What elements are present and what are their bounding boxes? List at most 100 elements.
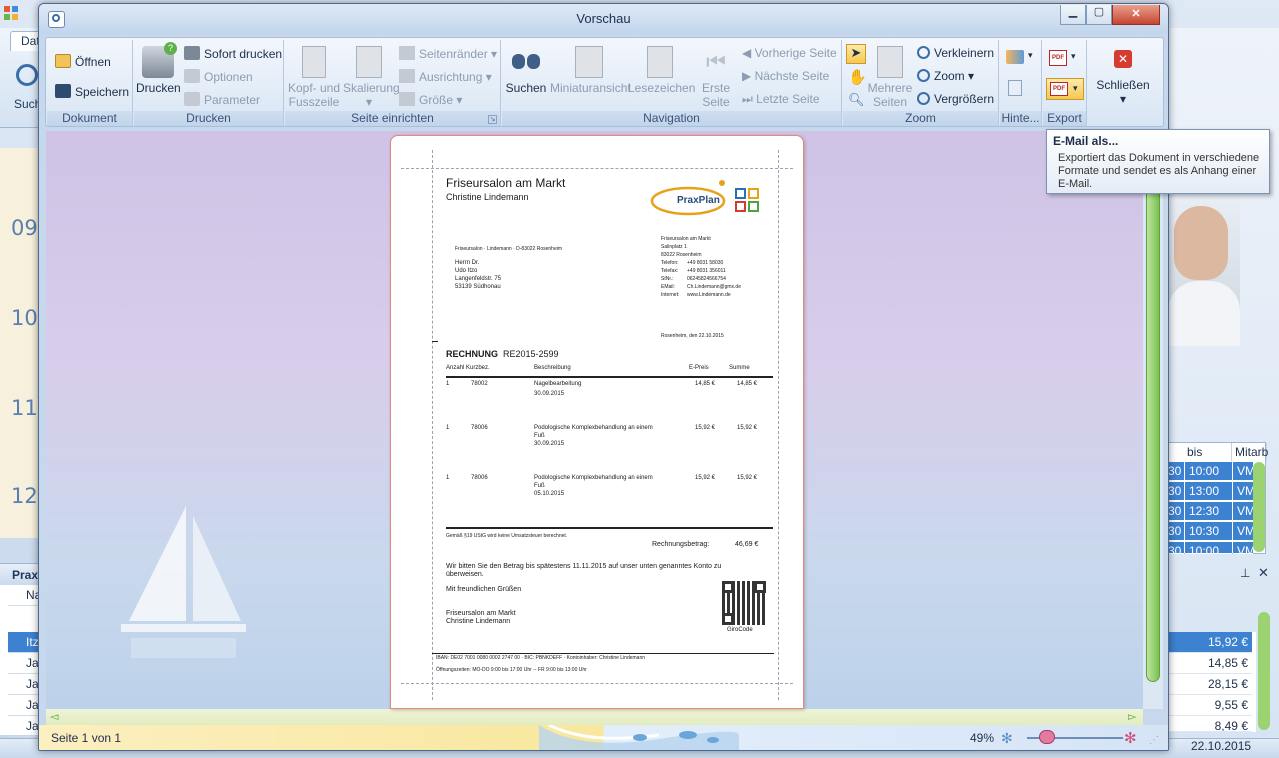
- amount-cell[interactable]: 9,55 €: [1159, 695, 1252, 716]
- contact-key: Internet:: [661, 292, 680, 298]
- bg-table-scrollbar[interactable]: [1253, 462, 1265, 552]
- table-cell[interactable]: 10:00: [1185, 542, 1232, 554]
- zoom-out-icon: [917, 46, 930, 59]
- scaling-button[interactable]: Skalierung ▾: [343, 46, 400, 109]
- amount-cell[interactable]: 28,15 €: [1159, 674, 1252, 695]
- scaling-icon: [356, 46, 382, 78]
- amount-cell[interactable]: 14,85 €: [1159, 653, 1252, 674]
- dialog-launcher-icon[interactable]: ↘: [488, 115, 497, 124]
- table-cell[interactable]: 13:00: [1185, 482, 1232, 501]
- dropdown-arrow-icon[interactable]: ▾: [1028, 50, 1033, 61]
- dropdown-arrow-icon[interactable]: ▾: [1071, 51, 1076, 62]
- bookmarks-button[interactable]: Lesezeichen: [628, 46, 695, 95]
- margins-button[interactable]: Seitenränder ▾: [399, 46, 497, 64]
- contact-value: 83022 Rosenheim: [661, 252, 702, 258]
- maximize-button[interactable]: ▢: [1086, 5, 1112, 25]
- group-export: PDF ▾ PDF ▾ Export: [1043, 40, 1087, 126]
- save-button[interactable]: Speichern: [55, 84, 129, 102]
- table-cell[interactable]: VM: [1233, 522, 1255, 541]
- prev-page-button[interactable]: ◀ Vorherige Seite: [742, 46, 837, 64]
- orientation-button[interactable]: Ausrichtung ▾: [399, 69, 492, 87]
- bg-scrollbar[interactable]: [1258, 612, 1270, 730]
- zoom-tool-icon[interactable]: 🔍︎: [848, 92, 865, 108]
- first-label-1: Erste: [701, 81, 730, 95]
- page-color-icon[interactable]: [1006, 50, 1024, 64]
- page-icon: [302, 46, 326, 78]
- amount-cell[interactable]: 8,49 €: [1159, 716, 1252, 732]
- vertical-scrollbar[interactable]: [1143, 131, 1163, 709]
- contact-key: Telefon:: [661, 260, 679, 266]
- payment-text: Wir bitten Sie den Betrag bis spätestens…: [446, 563, 722, 570]
- multiple-pages-icon: [877, 46, 903, 78]
- table-cell[interactable]: VM: [1233, 462, 1255, 481]
- last-page-button[interactable]: ⏭ Letzte Seite: [742, 92, 820, 110]
- group-label: Zoom: [843, 111, 998, 126]
- parameters-button[interactable]: Parameter: [184, 92, 260, 110]
- scroll-thumb[interactable]: [1146, 137, 1160, 682]
- bg-customer-photo: [1168, 196, 1240, 346]
- horizontal-scrollbar[interactable]: ◅ ▻: [46, 709, 1143, 725]
- export-pdf-icon[interactable]: PDF: [1049, 50, 1067, 66]
- pointer-tool-button[interactable]: ➤: [846, 44, 866, 64]
- hours-line: Öffnungszeiten: MO-DO 9:00 bis 17:00 Uhr…: [436, 667, 587, 673]
- multiple-pages-button[interactable]: Mehrere Seiten: [867, 46, 913, 109]
- table-cell[interactable]: 10:00: [1185, 462, 1232, 481]
- amount-cell[interactable]: 15,92 €: [1159, 632, 1252, 653]
- fish-icon: [679, 731, 697, 739]
- recipient-line: Udo Itzo: [455, 268, 478, 274]
- first-page-button[interactable]: ⏮ Erste Seite: [696, 46, 736, 109]
- minimize-button[interactable]: ▁: [1060, 5, 1086, 25]
- tooltip-body: Exportiert das Dokument in verschiedene …: [1058, 152, 1260, 190]
- hand-tool-icon[interactable]: ✋: [848, 68, 867, 86]
- search-label: Suchen: [505, 81, 547, 95]
- header-footer-button[interactable]: Kopf- und Fusszeile: [287, 46, 341, 109]
- bg-search-icon[interactable]: [16, 64, 38, 86]
- search-button[interactable]: Suchen: [504, 46, 548, 95]
- zoom-dropdown[interactable]: Zoom ▾: [917, 69, 974, 87]
- open-button[interactable]: Öffnen: [55, 54, 111, 72]
- quick-print-button[interactable]: Sofort drucken: [184, 46, 282, 64]
- size-button[interactable]: Größe ▾: [399, 92, 462, 110]
- contact-value: Ch.Lindemann@gmx.de: [687, 284, 741, 290]
- zoom-in-flower-icon[interactable]: ✻: [1124, 729, 1137, 747]
- item-desc: Podologische Komplexbehandlung an einem: [534, 475, 653, 481]
- item-code: 78006: [471, 425, 488, 431]
- options-button[interactable]: Optionen: [184, 69, 253, 87]
- bookmarks-icon: [647, 46, 673, 78]
- table-cell[interactable]: VM: [1233, 502, 1255, 521]
- zoom-out-button[interactable]: Verkleinern: [917, 46, 994, 64]
- recipient-line: Langenfeldstr. 75: [455, 276, 502, 282]
- close-icon[interactable]: ✕: [1258, 565, 1269, 581]
- header-footer-label-1: Kopf- und: [287, 81, 341, 95]
- contact-value: www.Lindemann.de: [687, 292, 731, 298]
- scroll-left-icon[interactable]: ◅: [50, 710, 58, 723]
- table-cell[interactable]: VM: [1233, 482, 1255, 501]
- item-date: 30.09.2015: [534, 441, 565, 447]
- zoom-slider-thumb[interactable]: [1039, 730, 1055, 744]
- pin-icon[interactable]: ⊥: [1240, 566, 1250, 580]
- table-cell[interactable]: 12:30: [1185, 502, 1232, 521]
- contact-value: +49 8031 58030: [687, 260, 724, 266]
- zoom-in-button[interactable]: Vergrößern: [917, 92, 994, 110]
- close-label: Schließen: [1096, 78, 1150, 92]
- group-zoom: ➤ ✋ 🔍︎ Mehrere Seiten Verkleinern Zoom ▾ …: [843, 40, 999, 126]
- table-cell[interactable]: VM: [1233, 542, 1253, 554]
- item-desc-2: Fuß: [534, 433, 545, 439]
- dropdown-arrow-icon: ▾: [1073, 83, 1078, 93]
- bg-calendar-times: 09 10 11 12: [0, 148, 42, 538]
- zoom-out-flower-icon[interactable]: ✻: [1001, 730, 1013, 747]
- zoom-icon: [917, 69, 930, 82]
- print-button[interactable]: ? Drucken: [136, 42, 181, 95]
- next-page-button[interactable]: ▶ Nächste Seite: [742, 69, 829, 87]
- email-as-button[interactable]: PDF ▾: [1046, 78, 1084, 100]
- scroll-right-icon[interactable]: ▻: [1128, 710, 1136, 723]
- resize-grip-icon[interactable]: ⋰: [1149, 735, 1159, 746]
- watermark-icon[interactable]: [1008, 80, 1022, 96]
- table-cell[interactable]: 10:30: [1185, 522, 1232, 541]
- title-bar[interactable]: Vorschau ▁ ▢ ✕: [39, 4, 1168, 34]
- bg-table-header: Mitarb: [1232, 443, 1268, 461]
- owner-name: Christine Lindemann: [446, 192, 529, 202]
- thumbnails-button[interactable]: Miniaturansicht: [550, 46, 631, 95]
- close-preview-button[interactable]: ✕ Schließen ▾: [1092, 50, 1154, 106]
- close-window-button[interactable]: ✕: [1112, 5, 1160, 25]
